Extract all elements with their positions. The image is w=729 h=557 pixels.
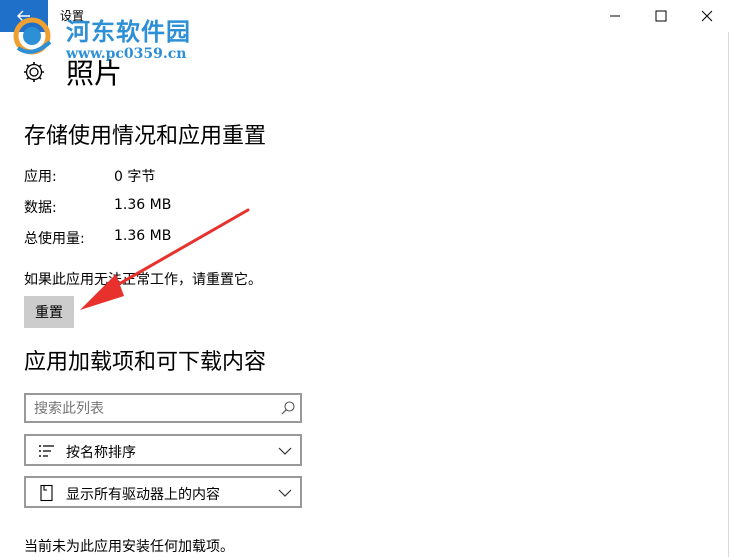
total-usage-label: 总使用量: bbox=[24, 231, 85, 247]
close-button[interactable] bbox=[684, 0, 729, 32]
reset-hint: 如果此应用无法正常工作，请重置它。 bbox=[24, 272, 262, 288]
addons-heading: 应用加载项和可下载内容 bbox=[24, 350, 267, 375]
app-size-value: 0 字节 bbox=[114, 169, 156, 185]
storage-heading: 存储使用情况和应用重置 bbox=[24, 124, 267, 149]
data-size-label: 数据: bbox=[24, 200, 57, 216]
no-addons-text: 当前未为此应用安装任何加载项。 bbox=[24, 539, 234, 555]
minimize-button[interactable] bbox=[592, 0, 638, 32]
chevron-down-icon bbox=[278, 447, 292, 455]
page-title: 照片 bbox=[66, 57, 123, 90]
app-size-label: 应用: bbox=[24, 169, 57, 185]
gear-icon bbox=[24, 62, 44, 82]
search-box[interactable] bbox=[24, 393, 302, 423]
total-usage-value: 1.36 MB bbox=[114, 228, 172, 244]
drive-icon bbox=[40, 484, 53, 502]
search-input[interactable] bbox=[34, 399, 274, 419]
data-size-value: 1.36 MB bbox=[114, 197, 172, 213]
drive-filter-dropdown[interactable]: 显示所有驱动器上的内容 bbox=[24, 476, 302, 508]
chevron-down-icon bbox=[278, 489, 292, 497]
drive-filter-label: 显示所有驱动器上的内容 bbox=[66, 487, 220, 503]
sort-list-icon bbox=[39, 445, 54, 457]
minimize-icon bbox=[610, 15, 620, 17]
watermark-name: 河东软件园 bbox=[66, 17, 191, 46]
sort-dropdown[interactable]: 按名称排序 bbox=[24, 434, 302, 466]
maximize-button[interactable] bbox=[638, 0, 684, 32]
search-icon[interactable] bbox=[280, 400, 296, 416]
watermark-logo bbox=[13, 17, 52, 55]
sort-label: 按名称排序 bbox=[66, 445, 136, 461]
close-icon bbox=[701, 10, 713, 22]
reset-button[interactable]: 重置 bbox=[24, 296, 74, 328]
maximize-icon bbox=[655, 10, 667, 22]
